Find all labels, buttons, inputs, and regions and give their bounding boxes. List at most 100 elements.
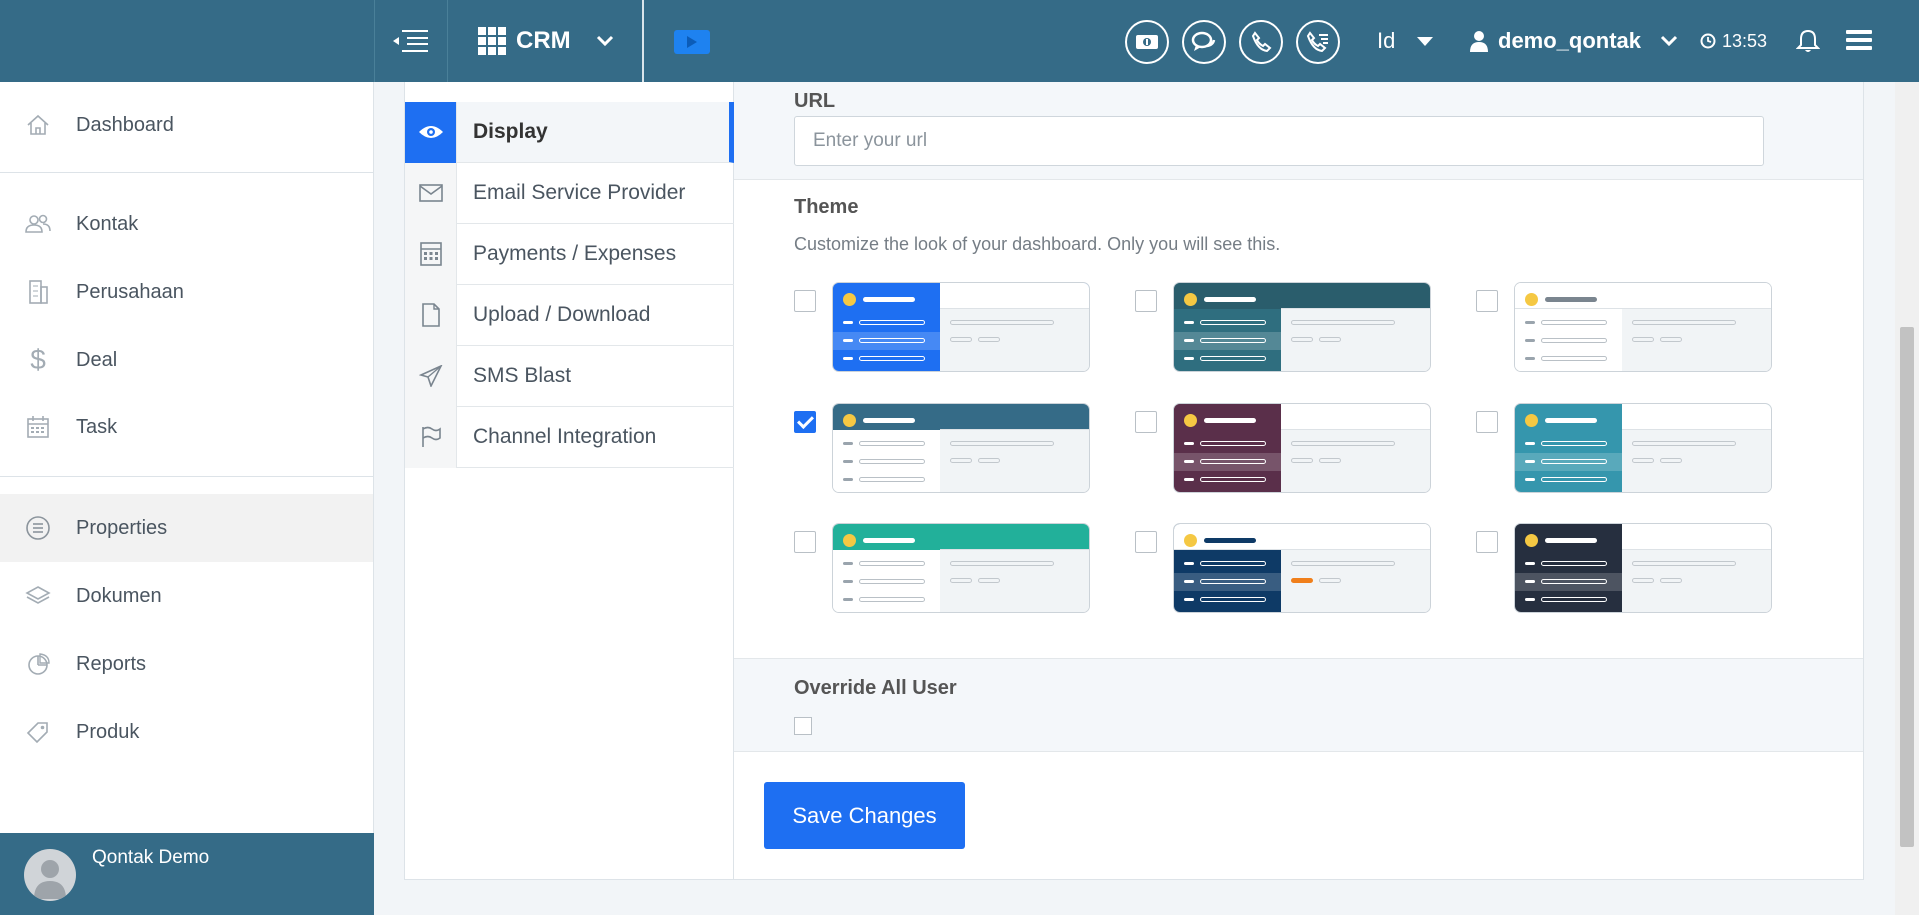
- theme-checkbox[interactable]: [1476, 290, 1498, 312]
- building-icon: [0, 279, 76, 305]
- theme-checkbox[interactable]: [1476, 411, 1498, 433]
- theme-option[interactable]: [1476, 282, 1776, 374]
- theme-preview: [1173, 282, 1431, 372]
- sidebar-item-label: Kontak: [76, 212, 139, 235]
- call-log-button[interactable]: [1296, 20, 1340, 64]
- url-input[interactable]: [794, 116, 1764, 166]
- theme-dot-icon: [1184, 414, 1197, 427]
- sidebar-item-properties[interactable]: Properties: [0, 494, 373, 562]
- theme-option[interactable]: [1135, 523, 1435, 615]
- theme-option[interactable]: [1476, 403, 1776, 495]
- sidebar-item-label: Produk: [76, 720, 140, 743]
- phone-button[interactable]: [1239, 20, 1283, 64]
- hamburger-icon: [1846, 30, 1872, 50]
- theme-checkbox[interactable]: [1135, 411, 1157, 433]
- theme-dot-icon: [1525, 534, 1538, 547]
- url-label: URL: [794, 90, 836, 112]
- theme-preview: [832, 282, 1090, 372]
- tag-icon: [0, 720, 76, 744]
- main-menu-button[interactable]: [1846, 28, 1872, 57]
- theme-preview: [1514, 523, 1772, 613]
- theme-dot-icon: [843, 534, 856, 547]
- theme-checkbox[interactable]: [1135, 290, 1157, 312]
- override-section: Override All User: [734, 658, 1863, 752]
- eye-icon: [405, 101, 457, 163]
- settings-nav-label: SMS Blast: [473, 364, 572, 387]
- sidebar-profile[interactable]: Qontak Demo: [0, 833, 374, 915]
- settings-nav-payments-expenses[interactable]: Payments / Expenses: [405, 223, 734, 285]
- theme-option[interactable]: [1476, 523, 1776, 615]
- settings-nav-channel-integration[interactable]: Channel Integration: [405, 406, 734, 468]
- sidebar-item-dokumen[interactable]: Dokumen: [0, 564, 373, 628]
- video-tutorial-button[interactable]: [674, 30, 710, 54]
- sidebar-item-task[interactable]: Task: [0, 395, 373, 459]
- theme-checkbox[interactable]: [1135, 531, 1157, 553]
- calculator-icon: [405, 223, 457, 285]
- theme-checkbox[interactable]: [1476, 531, 1498, 553]
- brand-area: [0, 0, 374, 82]
- theme-dot-icon: [843, 414, 856, 427]
- theme-option[interactable]: [1135, 403, 1435, 495]
- chat-button[interactable]: [1182, 20, 1226, 64]
- money-button[interactable]: [1125, 20, 1169, 64]
- caret-down-icon: [1417, 36, 1434, 46]
- theme-preview: [832, 523, 1090, 613]
- sidebar-item-label: Dokumen: [76, 584, 162, 607]
- theme-option[interactable]: [794, 282, 1094, 374]
- sidebar-divider: [0, 476, 373, 477]
- theme-description: Customize the look of your dashboard. On…: [794, 234, 1281, 254]
- sidebar-item-produk[interactable]: Produk: [0, 700, 373, 764]
- sidebar-item-perusahaan[interactable]: Perusahaan: [0, 260, 373, 324]
- bell-icon: [1795, 29, 1821, 52]
- theme-checkbox[interactable]: [794, 411, 816, 433]
- sidebar-item-kontak[interactable]: Kontak: [0, 192, 373, 256]
- module-label: CRM: [516, 27, 571, 54]
- sidebar-item-reports[interactable]: Reports: [0, 632, 373, 696]
- settings-nav-display[interactable]: Display: [405, 101, 734, 163]
- collapse-sidebar-button[interactable]: [374, 0, 448, 82]
- theme-preview: [1514, 282, 1772, 372]
- theme-preview: [832, 403, 1090, 493]
- chevron-down-icon: [596, 35, 613, 47]
- save-changes-button[interactable]: Save Changes: [764, 782, 965, 849]
- display-settings-content: URL Theme Customize the look of your das…: [734, 82, 1863, 880]
- settings-nav-email-service-provider[interactable]: Email Service Provider: [405, 162, 734, 224]
- theme-dot-icon: [1525, 414, 1538, 427]
- theme-option[interactable]: [794, 523, 1094, 615]
- theme-option[interactable]: [794, 403, 1094, 495]
- top-navbar: CRM Id demo_qontak 13:53: [0, 0, 1919, 82]
- sidebar: Dashboard Kontak Perusahaan $ Deal Task …: [0, 82, 374, 915]
- sidebar-item-label: Properties: [76, 516, 168, 539]
- settings-nav-sms-blast[interactable]: SMS Blast: [405, 345, 734, 407]
- chevron-down-icon: [1660, 35, 1678, 47]
- theme-preview: [1173, 523, 1431, 613]
- file-icon: [405, 284, 457, 346]
- page-scrollbar[interactable]: [1895, 82, 1919, 915]
- settings-nav-upload-download[interactable]: Upload / Download: [405, 284, 734, 346]
- sidebar-item-label: Deal: [76, 348, 118, 371]
- profile-name: Qontak Demo: [92, 847, 210, 868]
- sidebar-item-deal[interactable]: $ Deal: [0, 328, 373, 392]
- notifications-button[interactable]: [1795, 28, 1821, 59]
- settings-nav-label: Channel Integration: [473, 425, 657, 448]
- theme-checkbox[interactable]: [794, 531, 816, 553]
- theme-option[interactable]: [1135, 282, 1435, 374]
- sidebar-item-label: Reports: [76, 652, 147, 675]
- avatar: [24, 849, 76, 901]
- scrollbar-thumb[interactable]: [1900, 327, 1914, 847]
- user-icon: [1470, 31, 1488, 52]
- sidebar-item-label: Task: [76, 415, 118, 438]
- user-menu[interactable]: demo_qontak: [1470, 0, 1679, 82]
- override-all-user-checkbox[interactable]: [794, 717, 812, 735]
- module-switcher[interactable]: CRM: [478, 0, 615, 82]
- theme-checkbox[interactable]: [794, 290, 816, 312]
- language-switcher[interactable]: Id: [1377, 0, 1434, 82]
- settings-panel: Display Email Service Provider Payments …: [404, 82, 1864, 880]
- flag-icon: [405, 406, 457, 468]
- theme-preview: [1514, 403, 1772, 493]
- theme-dot-icon: [843, 293, 856, 306]
- dollar-icon: $: [30, 344, 46, 375]
- sidebar-item-dashboard[interactable]: Dashboard: [0, 93, 373, 157]
- sidebar-divider: [0, 172, 373, 173]
- language-label: Id: [1377, 28, 1396, 53]
